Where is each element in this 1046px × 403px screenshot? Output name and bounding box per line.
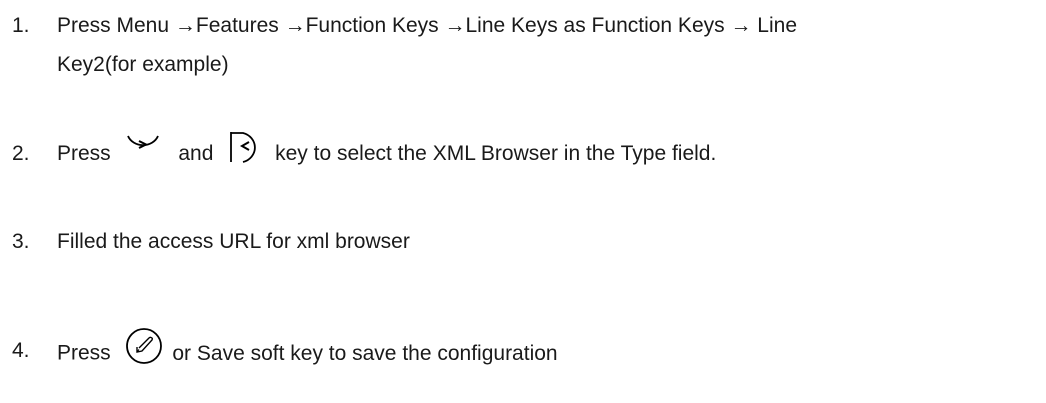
step-number: 4. — [12, 339, 30, 362]
step-text: Press or Save soft key to save the confi… — [57, 328, 1042, 373]
step-text: Press Menu →Features →Function Keys →Lin… — [57, 10, 1042, 81]
step-text: Filled the access URL for xml browser — [57, 230, 410, 253]
step-text-line-1: Press Menu →Features →Function Keys →Lin… — [57, 14, 797, 37]
right-arrow-key-icon — [125, 135, 161, 161]
step-text: Press and key to select the XML Browser … — [57, 132, 1042, 170]
ok-checkmark-key-icon — [125, 327, 163, 365]
step-text-suffix: key to select the XML Browser in the Typ… — [275, 142, 717, 165]
step-number: 3. — [12, 230, 30, 253]
step-text-middle: and — [178, 142, 214, 165]
step-text-prefix: Press — [57, 341, 111, 365]
step-number: 1. — [12, 14, 30, 37]
step-text-prefix: Press — [57, 142, 111, 165]
step-text-suffix: or Save soft key to save the configurati… — [172, 341, 558, 365]
step-text-line-2: Key2(for example) — [57, 53, 229, 76]
step-number: 2. — [12, 142, 30, 165]
left-arrow-key-icon — [229, 132, 265, 164]
